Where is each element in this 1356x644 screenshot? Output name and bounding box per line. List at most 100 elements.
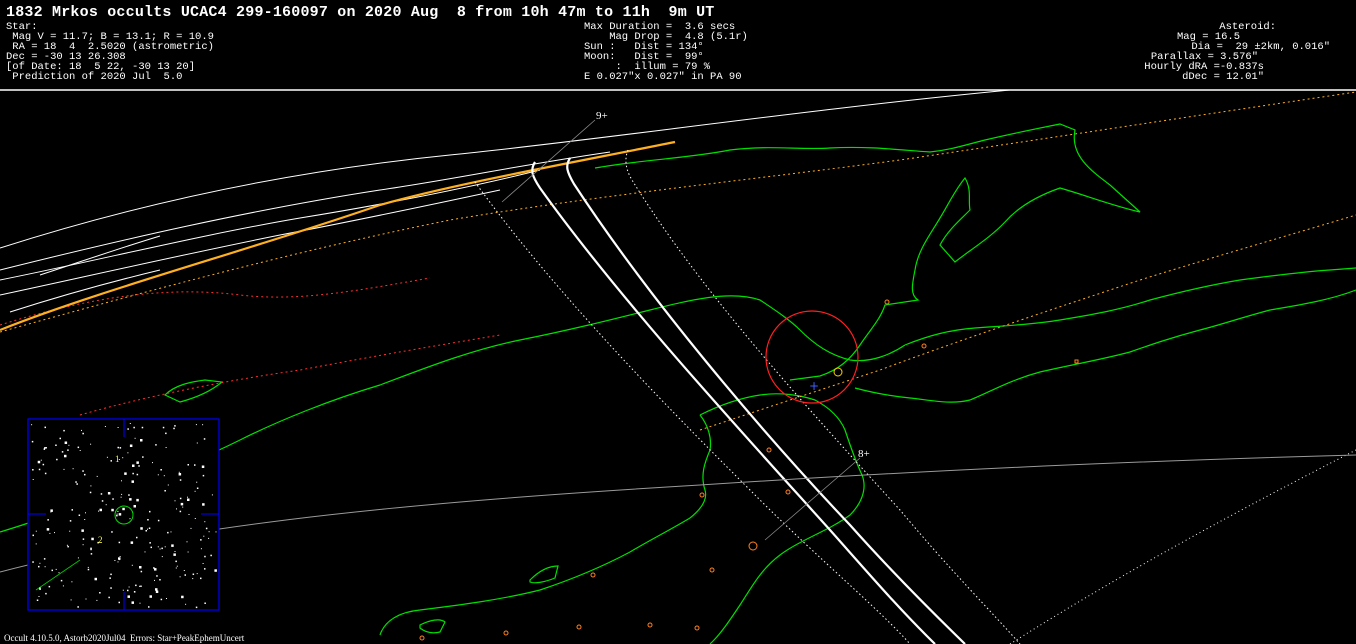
finder-star	[61, 451, 64, 453]
finder-star	[96, 475, 98, 477]
finder-star	[211, 494, 213, 496]
finder-star	[118, 541, 121, 544]
finder-star	[141, 426, 144, 429]
finder-star	[196, 487, 199, 489]
finder-star	[124, 472, 127, 475]
finder-star	[196, 573, 198, 575]
finder-star	[176, 565, 178, 567]
finder-star	[68, 444, 70, 446]
finder-star	[90, 485, 92, 487]
finder-star	[202, 424, 204, 426]
finder-star	[162, 426, 165, 429]
finder-star	[85, 512, 86, 514]
finder-star	[72, 468, 74, 470]
finder-star	[128, 494, 130, 496]
finder-star	[196, 442, 198, 444]
finder-star	[202, 474, 205, 477]
finder-star	[176, 508, 177, 510]
finder-star	[39, 587, 41, 589]
site-markers	[419, 299, 1079, 641]
finder-star	[54, 532, 55, 534]
finder-star	[38, 596, 40, 597]
finder-star	[183, 570, 185, 571]
asteroid-info-line: dDec = 12.01"	[1182, 71, 1264, 83]
finder-star	[187, 464, 189, 466]
finder-star	[139, 585, 140, 587]
finder-star	[175, 560, 177, 563]
path-edge-south	[566, 157, 966, 644]
path-outer-limit-dotted	[1009, 449, 1356, 644]
target-marker	[833, 367, 843, 377]
finder-star	[161, 547, 163, 550]
finder-star	[130, 541, 134, 544]
finder-star	[178, 471, 180, 473]
finder-star	[139, 566, 142, 569]
finder-star	[210, 554, 212, 557]
finder-star	[174, 500, 176, 502]
finder-star	[69, 530, 71, 532]
finder-star	[175, 567, 177, 569]
finder-star	[111, 531, 113, 533]
red-uncertainty-dotted-2	[79, 334, 501, 416]
finder-star	[131, 601, 134, 604]
occultation-map-window: 9+ 8+ + 1 2 1832 Mrkos occults UCAC4 299…	[0, 0, 1356, 644]
finder-star	[179, 576, 181, 578]
finder-star	[82, 538, 85, 540]
finder-star	[94, 577, 97, 581]
finder-star	[136, 536, 138, 539]
finder-star	[200, 548, 202, 550]
finder-star	[50, 509, 53, 512]
finder-star	[140, 570, 143, 573]
finder-star	[77, 606, 79, 608]
finder-star	[139, 602, 141, 604]
path-limit-south-dotted	[625, 149, 1021, 644]
finder-star	[138, 465, 140, 467]
sun-altitude-line	[0, 140, 676, 332]
finder-star	[44, 426, 46, 429]
finder-star	[142, 456, 144, 458]
finder-star	[133, 426, 135, 429]
finder-star	[153, 567, 155, 569]
finder-star	[49, 532, 51, 534]
finder-star	[127, 595, 130, 598]
finder-star	[187, 496, 188, 498]
finder-star	[147, 528, 148, 530]
finder-star	[75, 481, 77, 483]
finder-star	[38, 468, 41, 471]
finder-star	[132, 464, 135, 467]
finder-star	[204, 602, 206, 604]
finder-star	[62, 585, 64, 587]
finder-star	[149, 542, 151, 544]
finder-star	[114, 560, 116, 561]
finder-star	[43, 558, 46, 560]
finder-star	[91, 537, 94, 541]
finder-star	[38, 565, 40, 568]
finder-star	[32, 534, 34, 537]
finder-star	[192, 578, 194, 580]
finder-star	[109, 577, 111, 579]
finder-star	[120, 496, 122, 498]
finder-star	[171, 544, 174, 547]
finder-star	[127, 428, 129, 430]
finder-star	[174, 425, 176, 427]
finder-star	[110, 573, 112, 576]
finder-star	[204, 555, 206, 558]
moon-limit-dotted	[699, 214, 1356, 431]
finder-star	[35, 530, 37, 532]
finder-star	[203, 438, 206, 440]
path-limit-north-dotted	[474, 181, 911, 644]
finder-star	[59, 437, 61, 440]
finder-star	[159, 579, 161, 581]
finder-star	[31, 440, 34, 443]
finder-star	[71, 581, 73, 583]
finder-star	[90, 443, 92, 445]
finder-star	[104, 426, 106, 427]
finder-star	[204, 521, 206, 523]
event-info-line: E 0.027"x 0.027" in PA 90	[584, 71, 742, 83]
finder-star	[187, 498, 190, 501]
finder-star	[56, 458, 58, 461]
finder-star	[157, 546, 159, 548]
finder-star	[32, 561, 34, 563]
finder-star	[85, 598, 87, 600]
finder-star	[70, 599, 72, 601]
